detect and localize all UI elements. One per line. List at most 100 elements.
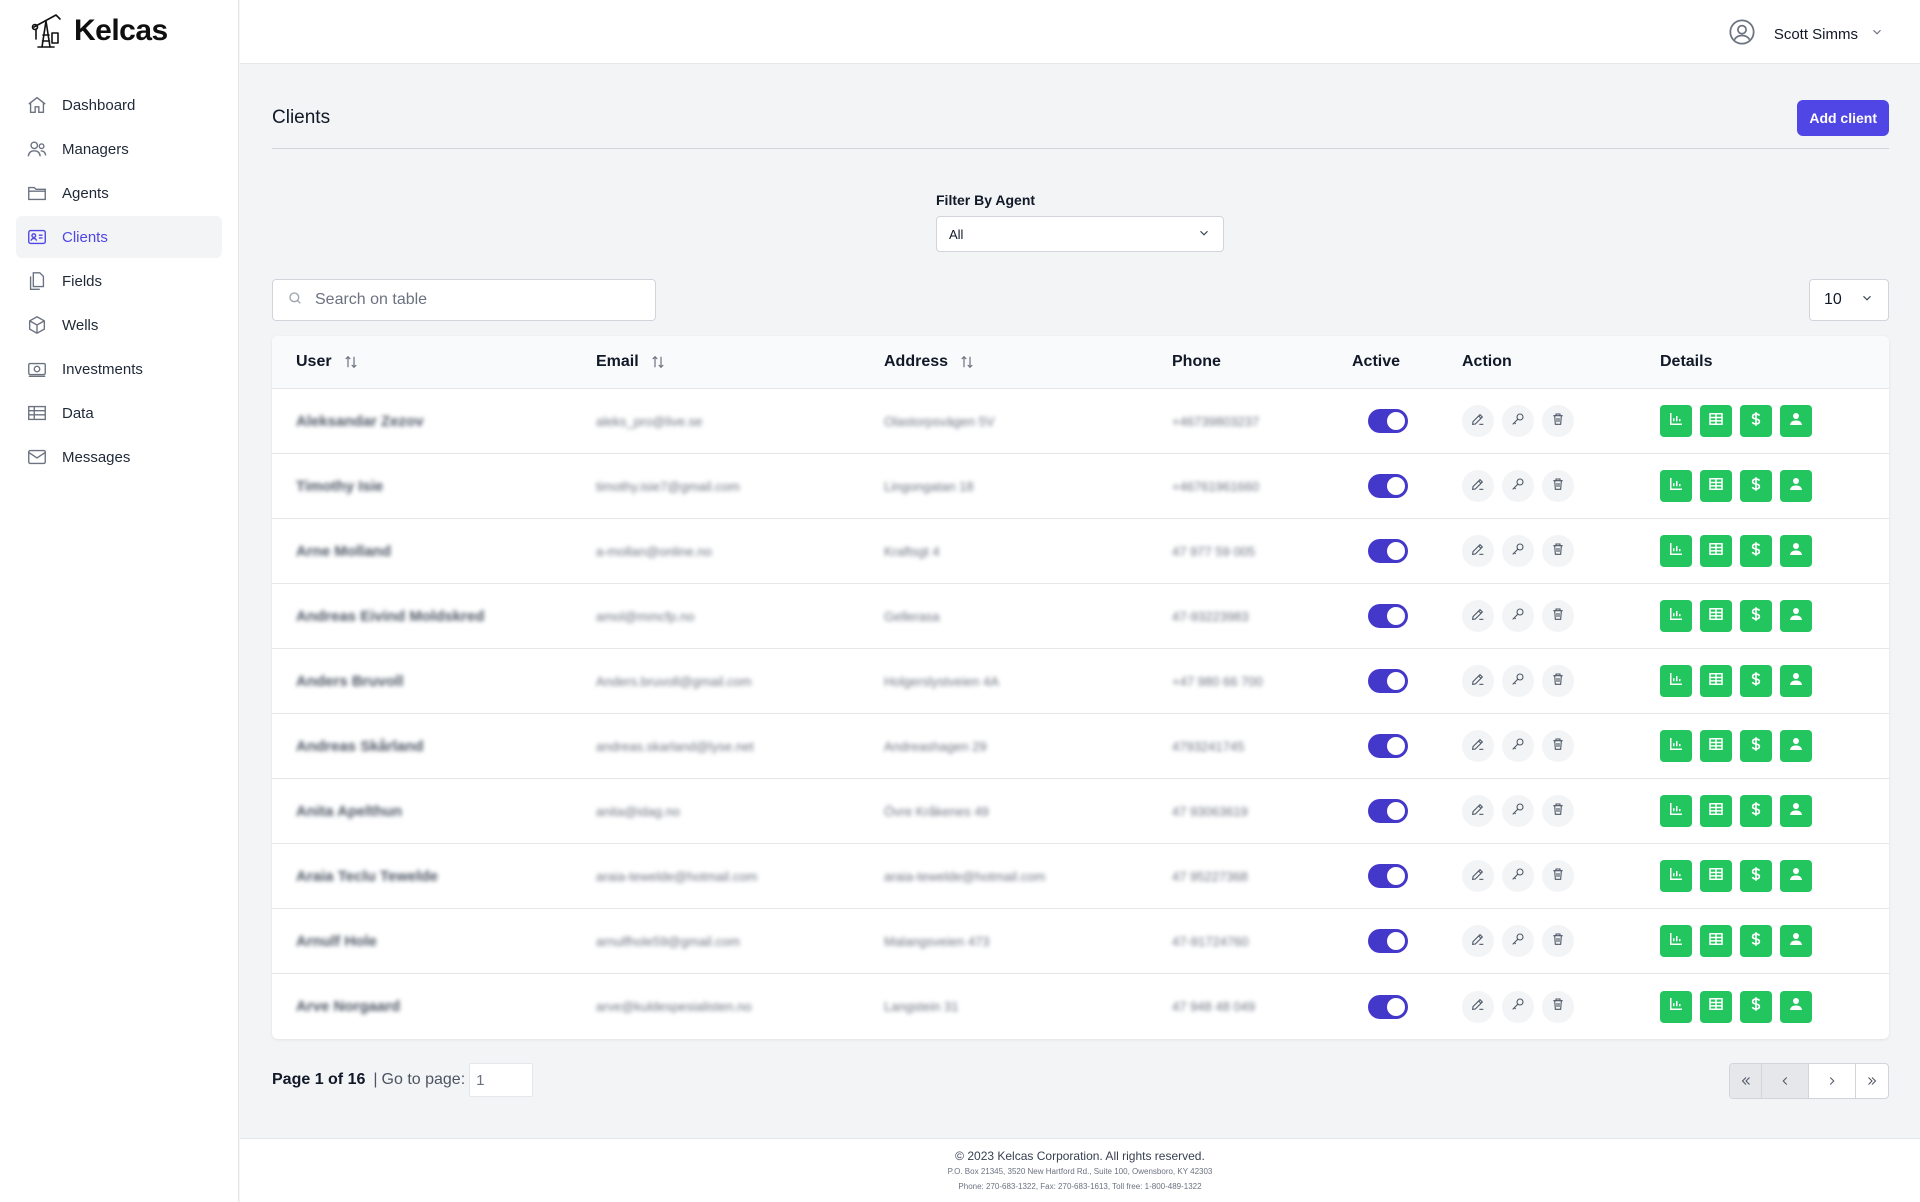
edit-button[interactable] [1462, 470, 1494, 502]
active-toggle[interactable] [1368, 734, 1408, 758]
table-details-button[interactable] [1700, 925, 1732, 957]
sidebar-item-investments[interactable]: Investments [16, 348, 222, 390]
delete-button[interactable] [1542, 600, 1574, 632]
edit-button[interactable] [1462, 665, 1494, 697]
sidebar-item-clients[interactable]: Clients [16, 216, 222, 258]
profile-details-button[interactable] [1780, 990, 1812, 1023]
edit-button[interactable] [1462, 990, 1494, 1023]
active-toggle[interactable] [1368, 409, 1408, 433]
chart-details-button[interactable] [1660, 795, 1692, 827]
column-header-address[interactable]: Address [860, 353, 1148, 371]
table-details-button[interactable] [1700, 665, 1732, 697]
edit-button[interactable] [1462, 925, 1494, 957]
delete-button[interactable] [1542, 665, 1574, 697]
delete-button[interactable] [1542, 925, 1574, 957]
edit-button[interactable] [1462, 730, 1494, 762]
sort-icon[interactable] [958, 353, 976, 371]
finance-details-button[interactable] [1740, 925, 1772, 957]
finance-details-button[interactable] [1740, 600, 1772, 632]
edit-button[interactable] [1462, 405, 1494, 437]
edit-button[interactable] [1462, 795, 1494, 827]
reset-password-button[interactable] [1502, 860, 1534, 892]
reset-password-button[interactable] [1502, 990, 1534, 1023]
chart-details-button[interactable] [1660, 990, 1692, 1023]
profile-details-button[interactable] [1780, 730, 1812, 762]
delete-button[interactable] [1542, 405, 1574, 437]
profile-details-button[interactable] [1780, 860, 1812, 892]
table-details-button[interactable] [1700, 405, 1732, 437]
profile-details-button[interactable] [1780, 795, 1812, 827]
active-toggle[interactable] [1368, 994, 1408, 1019]
delete-button[interactable] [1542, 535, 1574, 567]
chart-details-button[interactable] [1660, 925, 1692, 957]
sidebar-item-data[interactable]: Data [16, 392, 222, 434]
reset-password-button[interactable] [1502, 730, 1534, 762]
goto-page-input[interactable] [469, 1063, 534, 1097]
column-header-user[interactable]: User [272, 353, 572, 371]
finance-details-button[interactable] [1740, 405, 1772, 437]
delete-button[interactable] [1542, 730, 1574, 762]
finance-details-button[interactable] [1740, 730, 1772, 762]
delete-button[interactable] [1542, 860, 1574, 892]
last-page-button[interactable] [1856, 1064, 1888, 1098]
chart-details-button[interactable] [1660, 600, 1692, 632]
previous-page-button[interactable] [1762, 1064, 1809, 1098]
finance-details-button[interactable] [1740, 470, 1772, 502]
edit-button[interactable] [1462, 600, 1494, 632]
reset-password-button[interactable] [1502, 795, 1534, 827]
chart-details-button[interactable] [1660, 470, 1692, 502]
search-input[interactable] [315, 291, 635, 309]
profile-details-button[interactable] [1780, 925, 1812, 957]
edit-button[interactable] [1462, 535, 1494, 567]
active-toggle[interactable] [1368, 929, 1408, 953]
active-toggle[interactable] [1368, 539, 1408, 563]
sidebar-item-fields[interactable]: Fields [16, 260, 222, 302]
sort-icon[interactable] [649, 353, 667, 371]
chart-details-button[interactable] [1660, 535, 1692, 567]
agent-filter-select[interactable]: All [936, 216, 1224, 252]
column-header-email[interactable]: Email [572, 353, 860, 371]
table-details-button[interactable] [1700, 470, 1732, 502]
active-toggle[interactable] [1368, 864, 1408, 888]
first-page-button[interactable] [1730, 1064, 1762, 1098]
reset-password-button[interactable] [1502, 470, 1534, 502]
table-details-button[interactable] [1700, 535, 1732, 567]
sidebar-item-messages[interactable]: Messages [16, 436, 222, 478]
finance-details-button[interactable] [1740, 535, 1772, 567]
page-size-select[interactable]: 10 [1809, 279, 1889, 321]
table-details-button[interactable] [1700, 730, 1732, 762]
profile-details-button[interactable] [1780, 600, 1812, 632]
active-toggle[interactable] [1368, 799, 1408, 823]
add-client-button[interactable]: Add client [1797, 100, 1889, 136]
finance-details-button[interactable] [1740, 665, 1772, 697]
delete-button[interactable] [1542, 990, 1574, 1023]
finance-details-button[interactable] [1740, 860, 1772, 892]
next-page-button[interactable] [1809, 1064, 1856, 1098]
reset-password-button[interactable] [1502, 535, 1534, 567]
profile-details-button[interactable] [1780, 535, 1812, 567]
sidebar-item-dashboard[interactable]: Dashboard [16, 84, 222, 126]
logo[interactable]: Kelcas [0, 0, 238, 62]
chart-details-button[interactable] [1660, 665, 1692, 697]
reset-password-button[interactable] [1502, 925, 1534, 957]
reset-password-button[interactable] [1502, 405, 1534, 437]
edit-button[interactable] [1462, 860, 1494, 892]
user-menu[interactable]: Scott Simms [1728, 18, 1884, 51]
sidebar-item-wells[interactable]: Wells [16, 304, 222, 346]
sidebar-item-agents[interactable]: Agents [16, 172, 222, 214]
chart-details-button[interactable] [1660, 405, 1692, 437]
table-details-button[interactable] [1700, 795, 1732, 827]
delete-button[interactable] [1542, 470, 1574, 502]
finance-details-button[interactable] [1740, 990, 1772, 1023]
active-toggle[interactable] [1368, 669, 1408, 693]
profile-details-button[interactable] [1780, 470, 1812, 502]
active-toggle[interactable] [1368, 474, 1408, 498]
delete-button[interactable] [1542, 795, 1574, 827]
active-toggle[interactable] [1368, 604, 1408, 628]
table-details-button[interactable] [1700, 990, 1732, 1023]
chart-details-button[interactable] [1660, 730, 1692, 762]
profile-details-button[interactable] [1780, 405, 1812, 437]
chart-details-button[interactable] [1660, 860, 1692, 892]
reset-password-button[interactable] [1502, 600, 1534, 632]
table-details-button[interactable] [1700, 860, 1732, 892]
